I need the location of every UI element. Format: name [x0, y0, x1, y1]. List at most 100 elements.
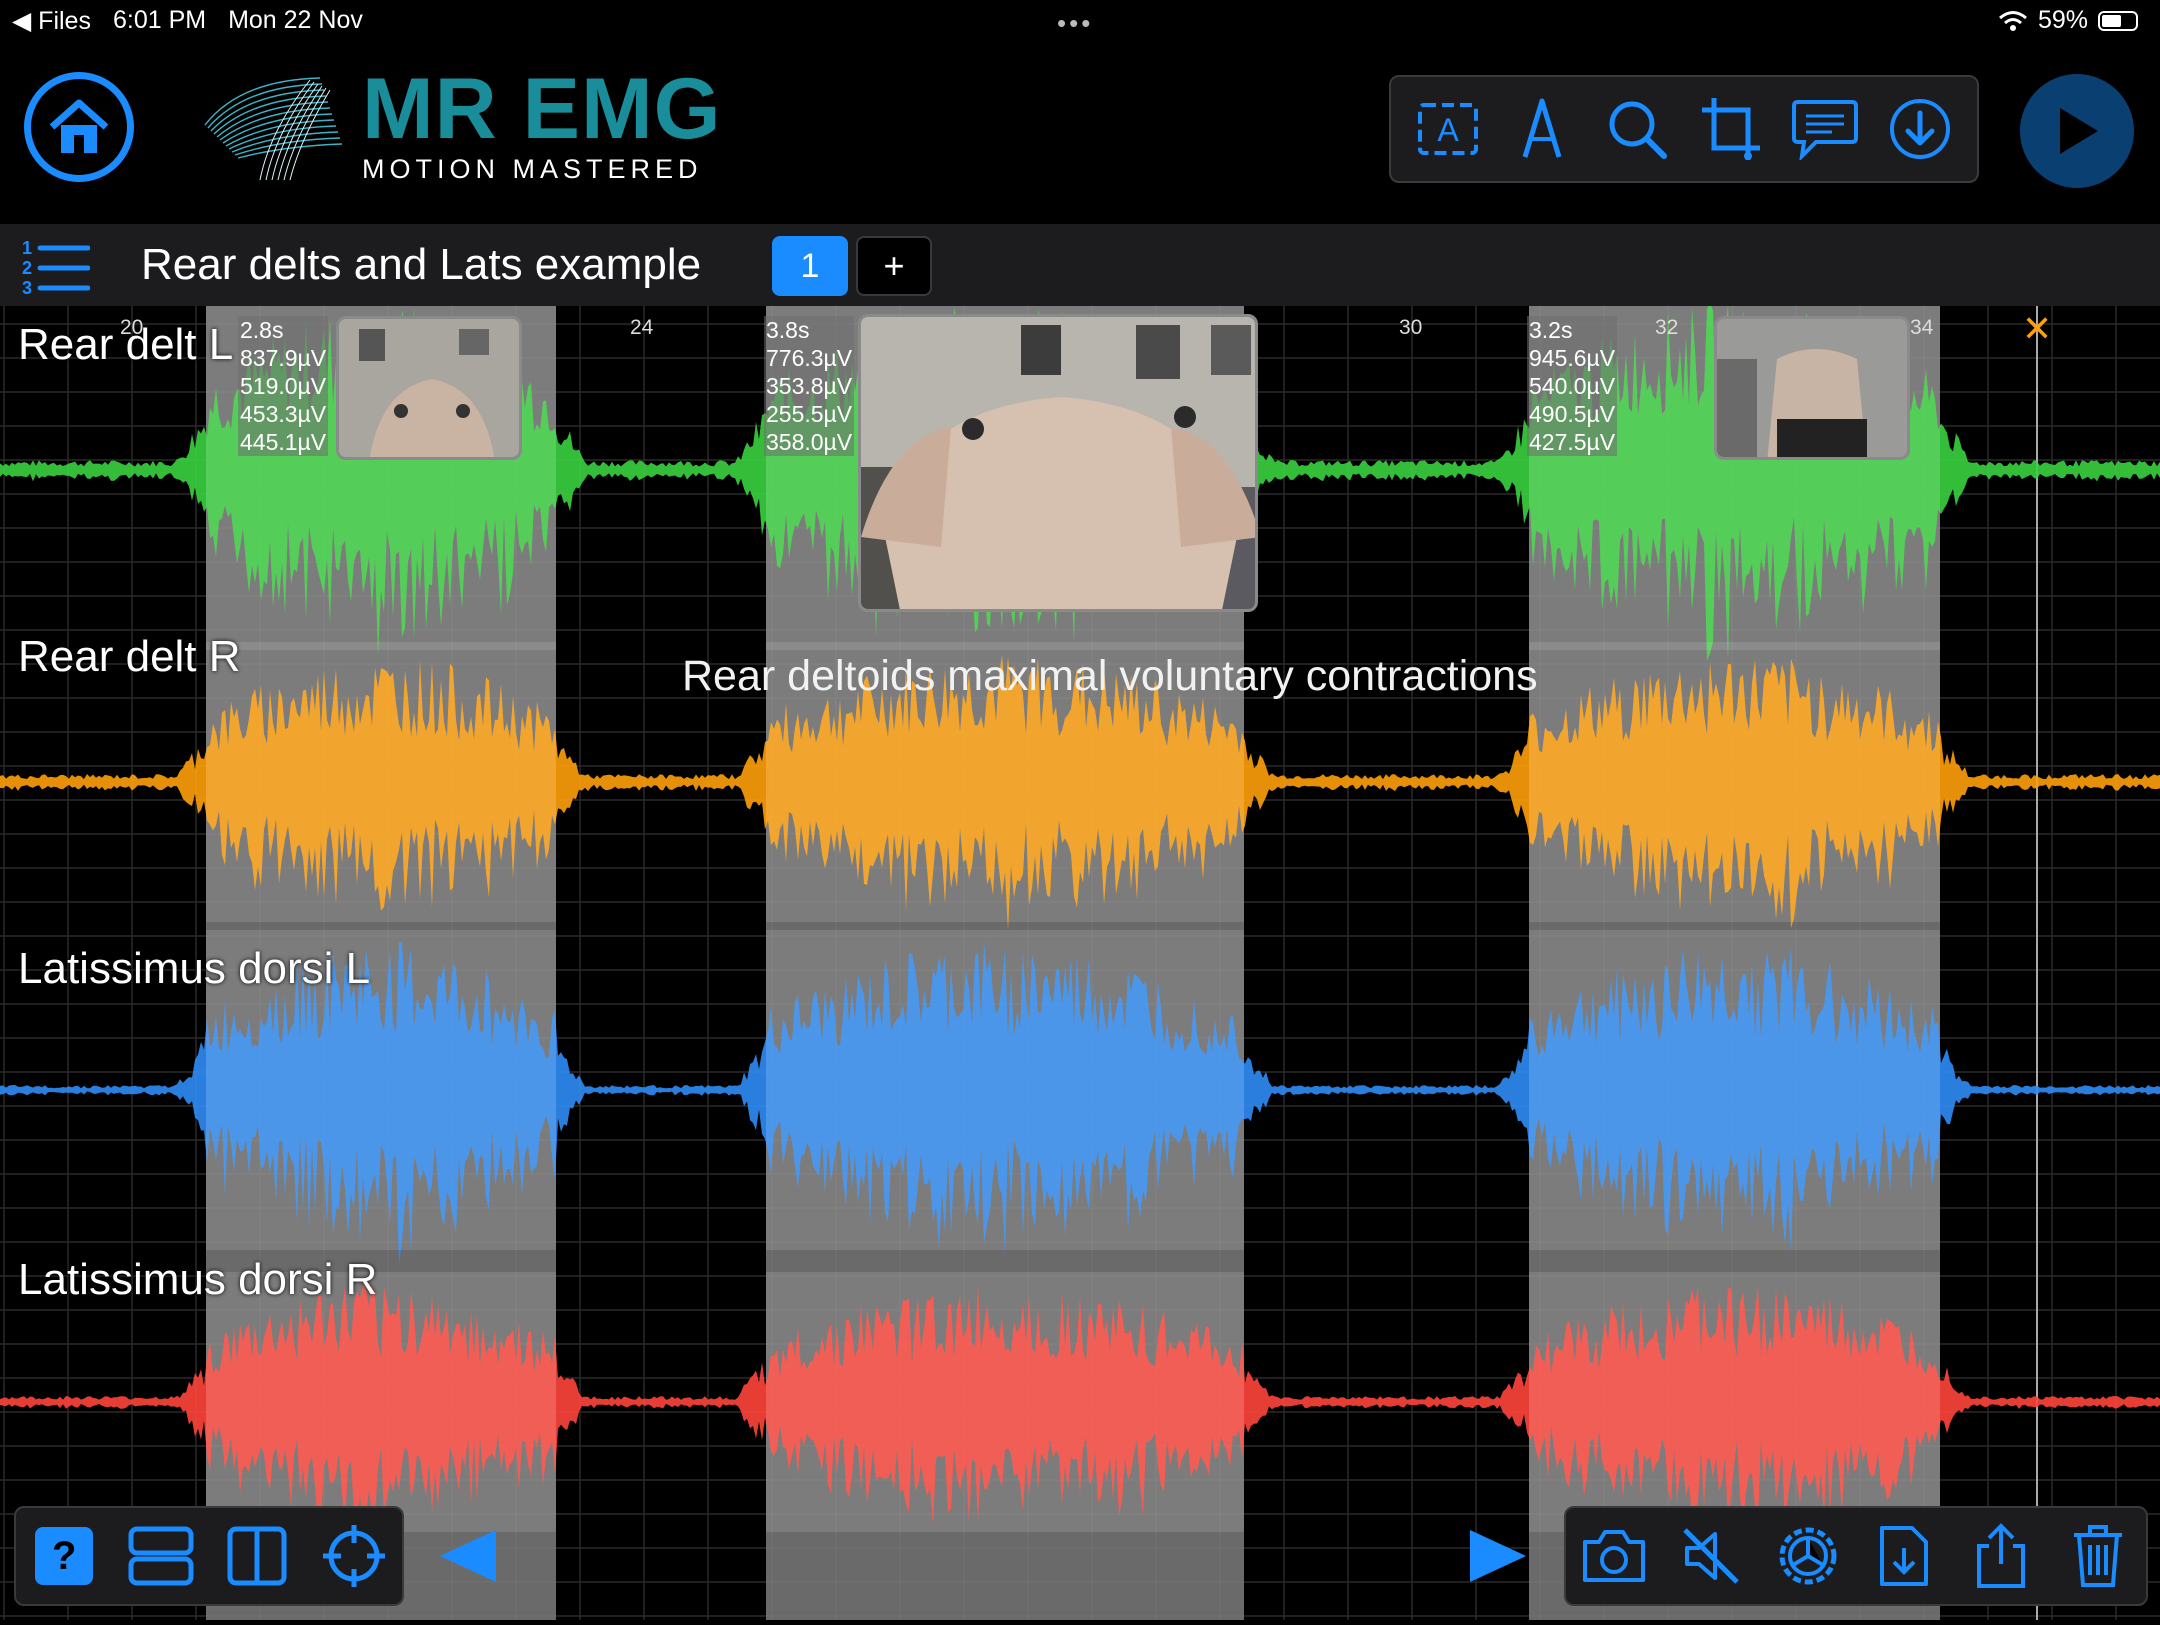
bottom-right-toolbar — [1564, 1506, 2148, 1606]
time-tick: 24 — [630, 316, 654, 339]
page-1-button[interactable]: 1 — [772, 236, 848, 296]
crop-tool-button[interactable] — [1696, 94, 1766, 164]
annotation-toolbar: A — [1389, 75, 1979, 183]
region-highlight — [1529, 930, 1940, 1250]
add-page-button[interactable]: + — [856, 236, 932, 296]
video-thumbnail-3[interactable] — [1714, 316, 1910, 460]
search-icon — [1609, 101, 1667, 159]
status-bar: ◀ Files 6:01 PM Mon 22 Nov ••• 59% — [0, 0, 2160, 44]
download-icon — [1889, 99, 1950, 159]
segment-value: 540.0µV — [1529, 373, 1616, 399]
search-tool-button[interactable] — [1602, 94, 1672, 164]
crosshair-icon — [322, 1525, 385, 1587]
session-title: Rear delts and Lats example — [141, 240, 702, 289]
region-highlight — [766, 1272, 1244, 1532]
video-frame-2 — [861, 317, 1255, 609]
export-file-icon — [1880, 1526, 1929, 1586]
logo-text: MR EMG MOTION MASTERED — [362, 64, 722, 185]
svg-text:1: 1 — [22, 238, 32, 258]
segment-value: 453.3µV — [240, 401, 327, 427]
settings-icon — [1779, 1527, 1837, 1585]
multitasking-dots-icon[interactable]: ••• — [1057, 8, 1093, 39]
crosshair-button[interactable] — [315, 1517, 393, 1595]
logo-subtitle: MOTION MASTERED — [362, 154, 703, 184]
mute-button[interactable] — [1672, 1517, 1750, 1595]
time-tick: 20 — [120, 316, 144, 339]
share-button[interactable] — [1962, 1517, 2040, 1595]
split-layout-icon — [227, 1526, 287, 1586]
segment-value: 837.9µV — [240, 345, 327, 371]
home-button[interactable] — [24, 72, 134, 182]
help-button[interactable]: ? — [25, 1517, 103, 1595]
segment-value: 353.8µV — [766, 373, 853, 399]
delete-button[interactable] — [2059, 1517, 2137, 1595]
segment-value: 490.5µV — [1529, 401, 1616, 427]
time-tick: 34 — [1910, 316, 1934, 339]
video-frame-1 — [339, 319, 519, 457]
video-thumbnail-1[interactable] — [336, 316, 522, 460]
help-icon: ? — [35, 1527, 94, 1585]
time-tick: 30 — [1399, 316, 1423, 339]
plot-annotation[interactable]: Rear deltoids maximal voluntary contract… — [682, 652, 1538, 701]
camera-button[interactable] — [1575, 1517, 1653, 1595]
segment-value: 255.5µV — [766, 401, 853, 427]
crop-icon — [1702, 98, 1761, 160]
segment-duration: 2.8s — [240, 317, 284, 343]
segment-value: 519.0µV — [240, 373, 327, 399]
region-highlight — [206, 1272, 556, 1532]
back-to-files-link[interactable]: ◀ Files — [12, 6, 91, 36]
segment-duration: 3.8s — [766, 317, 810, 343]
trash-icon — [2073, 1525, 2122, 1587]
mr-emg-logo-icon — [204, 77, 343, 181]
download-tool-button[interactable] — [1885, 94, 1955, 164]
channel-label-rear-delt-r: Rear delt R — [18, 632, 241, 681]
pen-tool-button[interactable] — [1507, 94, 1577, 164]
channel-label-lat-l: Latissimus dorsi L — [18, 944, 371, 993]
close-cursor-icon[interactable]: ✕ — [2022, 308, 2052, 350]
text-box-tool-button[interactable]: A — [1413, 94, 1483, 164]
settings-button[interactable] — [1769, 1517, 1847, 1595]
stacked-layout-button[interactable] — [122, 1517, 200, 1595]
segment-stats-3: 3.2s 945.6µV 540.0µV 490.5µV 427.5µV — [1527, 316, 1618, 456]
segment-value: 776.3µV — [766, 345, 853, 371]
wifi-icon — [1998, 10, 2027, 31]
stacked-layout-icon — [128, 1526, 194, 1586]
segment-stats-1: 2.8s 837.9µV 519.0µV 453.3µV 445.1µV — [238, 316, 329, 456]
region-highlight — [206, 642, 556, 922]
mute-icon — [1683, 1528, 1739, 1584]
share-icon — [1976, 1523, 2025, 1588]
segment-value: 945.6µV — [1529, 345, 1616, 371]
region-highlight — [1529, 1272, 1940, 1532]
video-frame-3 — [1717, 319, 1907, 457]
previous-icon[interactable] — [436, 1526, 498, 1586]
region-highlight — [766, 930, 1244, 1250]
segment-value: 358.0µV — [766, 429, 853, 455]
svg-text:3: 3 — [22, 278, 32, 296]
segment-stats-2: 3.8s 776.3µV 353.8µV 255.5µV 358.0µV — [764, 316, 855, 456]
logo-title: MR EMG — [362, 61, 722, 157]
export-file-button[interactable] — [1865, 1517, 1943, 1595]
region-highlight — [1529, 642, 1940, 922]
channel-label-lat-r: Latissimus dorsi R — [18, 1255, 378, 1304]
status-date: Mon 22 Nov — [228, 6, 363, 34]
play-icon — [2060, 108, 2098, 154]
pen-icon — [1523, 98, 1562, 158]
bottom-left-toolbar: ? — [14, 1506, 404, 1606]
segment-value: 427.5µV — [1529, 429, 1616, 455]
segment-duration: 3.2s — [1529, 317, 1573, 343]
next-icon[interactable] — [1468, 1526, 1530, 1586]
battery-icon — [2098, 10, 2138, 31]
svg-text:2: 2 — [22, 258, 32, 278]
time-tick: 32 — [1655, 316, 1679, 339]
play-button[interactable] — [2020, 74, 2134, 188]
battery-percent: 59% — [2037, 6, 2088, 34]
split-layout-button[interactable] — [218, 1517, 296, 1595]
status-time: 6:01 PM — [112, 6, 207, 34]
battery-fill — [2102, 14, 2121, 27]
numbered-list-icon[interactable]: 1 2 3 — [20, 236, 90, 296]
text-box-icon: A — [1418, 103, 1479, 155]
video-thumbnail-2[interactable] — [858, 314, 1258, 612]
camera-icon — [1583, 1530, 1646, 1582]
comment-tool-button[interactable] — [1790, 94, 1860, 164]
segment-value: 445.1µV — [240, 429, 327, 455]
